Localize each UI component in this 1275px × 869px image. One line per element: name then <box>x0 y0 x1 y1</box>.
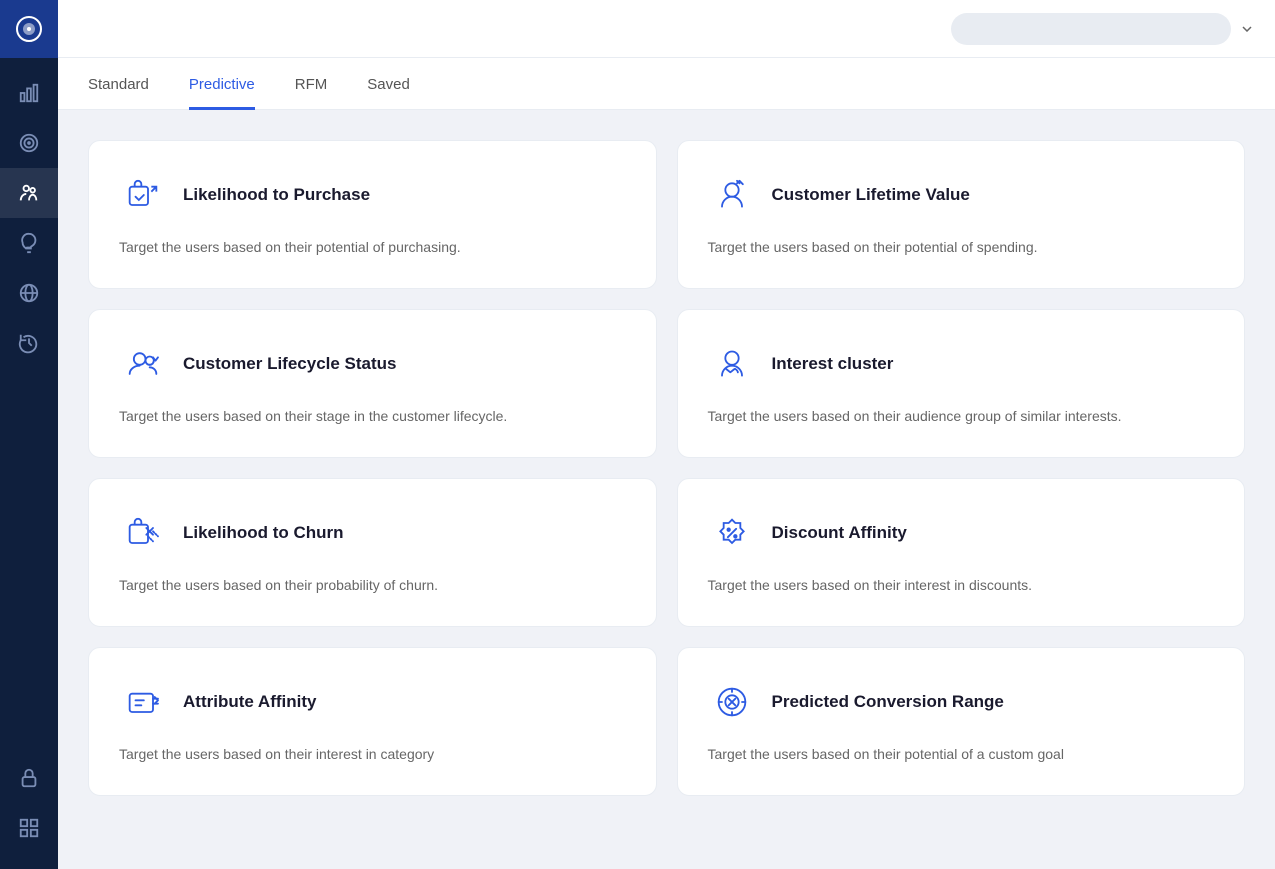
tab-rfm[interactable]: RFM <box>295 58 328 110</box>
card-desc: Target the users based on their interest… <box>119 744 626 765</box>
sidebar <box>0 0 58 869</box>
lifecycle-icon <box>119 340 167 388</box>
card-title: Interest cluster <box>772 354 894 374</box>
card-desc: Target the users based on their potentia… <box>708 237 1215 258</box>
card-desc: Target the users based on their potentia… <box>708 744 1215 765</box>
sidebar-logo[interactable] <box>0 0 58 58</box>
card-interest-cluster[interactable]: Interest cluster Target the users based … <box>677 309 1246 458</box>
churn-icon <box>119 509 167 557</box>
card-title: Attribute Affinity <box>183 692 316 712</box>
sidebar-item-target[interactable] <box>0 118 58 168</box>
card-desc: Target the users based on their audience… <box>708 406 1215 427</box>
card-title: Discount Affinity <box>772 523 907 543</box>
tab-standard[interactable]: Standard <box>88 58 149 110</box>
card-likelihood-purchase[interactable]: Likelihood to Purchase Target the users … <box>88 140 657 289</box>
card-customer-lifecycle-status[interactable]: Customer Lifecycle Status Target the use… <box>88 309 657 458</box>
card-discount-affinity[interactable]: Discount Affinity Target the users based… <box>677 478 1246 627</box>
sidebar-item-users[interactable] <box>0 168 58 218</box>
purchase-icon <box>119 171 167 219</box>
card-title: Likelihood to Purchase <box>183 185 370 205</box>
main-content: Standard Predictive RFM Saved L <box>58 0 1275 869</box>
sidebar-item-grid[interactable] <box>0 803 58 853</box>
card-header: Customer Lifecycle Status <box>119 340 626 388</box>
sidebar-item-lock[interactable] <box>0 753 58 803</box>
card-header: Interest cluster <box>708 340 1215 388</box>
discount-icon <box>708 509 756 557</box>
card-header: Customer Lifetime Value <box>708 171 1215 219</box>
card-title: Predicted Conversion Range <box>772 692 1004 712</box>
tab-predictive[interactable]: Predictive <box>189 58 255 110</box>
card-desc: Target the users based on their stage in… <box>119 406 626 427</box>
tab-saved[interactable]: Saved <box>367 58 410 110</box>
card-likelihood-churn[interactable]: Likelihood to Churn Target the users bas… <box>88 478 657 627</box>
interest-icon <box>708 340 756 388</box>
lifetime-icon <box>708 171 756 219</box>
card-attribute-affinity[interactable]: Attribute Affinity Target the users base… <box>88 647 657 796</box>
card-customer-lifetime-value[interactable]: Customer Lifetime Value Target the users… <box>677 140 1246 289</box>
sidebar-item-history[interactable] <box>0 318 58 368</box>
header-dropdown-icon[interactable] <box>1239 21 1255 37</box>
card-desc: Target the users based on their interest… <box>708 575 1215 596</box>
card-title: Customer Lifetime Value <box>772 185 970 205</box>
sidebar-item-analytics[interactable] <box>0 68 58 118</box>
card-header: Predicted Conversion Range <box>708 678 1215 726</box>
card-header: Likelihood to Purchase <box>119 171 626 219</box>
attribute-icon <box>119 678 167 726</box>
card-title: Customer Lifecycle Status <box>183 354 397 374</box>
cards-grid: Likelihood to Purchase Target the users … <box>88 140 1245 796</box>
header-search-bar <box>951 13 1231 45</box>
card-title: Likelihood to Churn <box>183 523 344 543</box>
header <box>58 0 1275 58</box>
card-header: Discount Affinity <box>708 509 1215 557</box>
conversion-icon <box>708 678 756 726</box>
tabs-bar: Standard Predictive RFM Saved <box>58 58 1275 110</box>
content-area: Likelihood to Purchase Target the users … <box>58 110 1275 869</box>
card-desc: Target the users based on their probabil… <box>119 575 626 596</box>
sidebar-item-globe[interactable] <box>0 268 58 318</box>
sidebar-bottom <box>0 753 58 869</box>
card-header: Likelihood to Churn <box>119 509 626 557</box>
sidebar-item-lightbulb[interactable] <box>0 218 58 268</box>
sidebar-nav <box>0 58 58 753</box>
card-desc: Target the users based on their potentia… <box>119 237 626 258</box>
card-header: Attribute Affinity <box>119 678 626 726</box>
card-predicted-conversion[interactable]: Predicted Conversion Range Target the us… <box>677 647 1246 796</box>
